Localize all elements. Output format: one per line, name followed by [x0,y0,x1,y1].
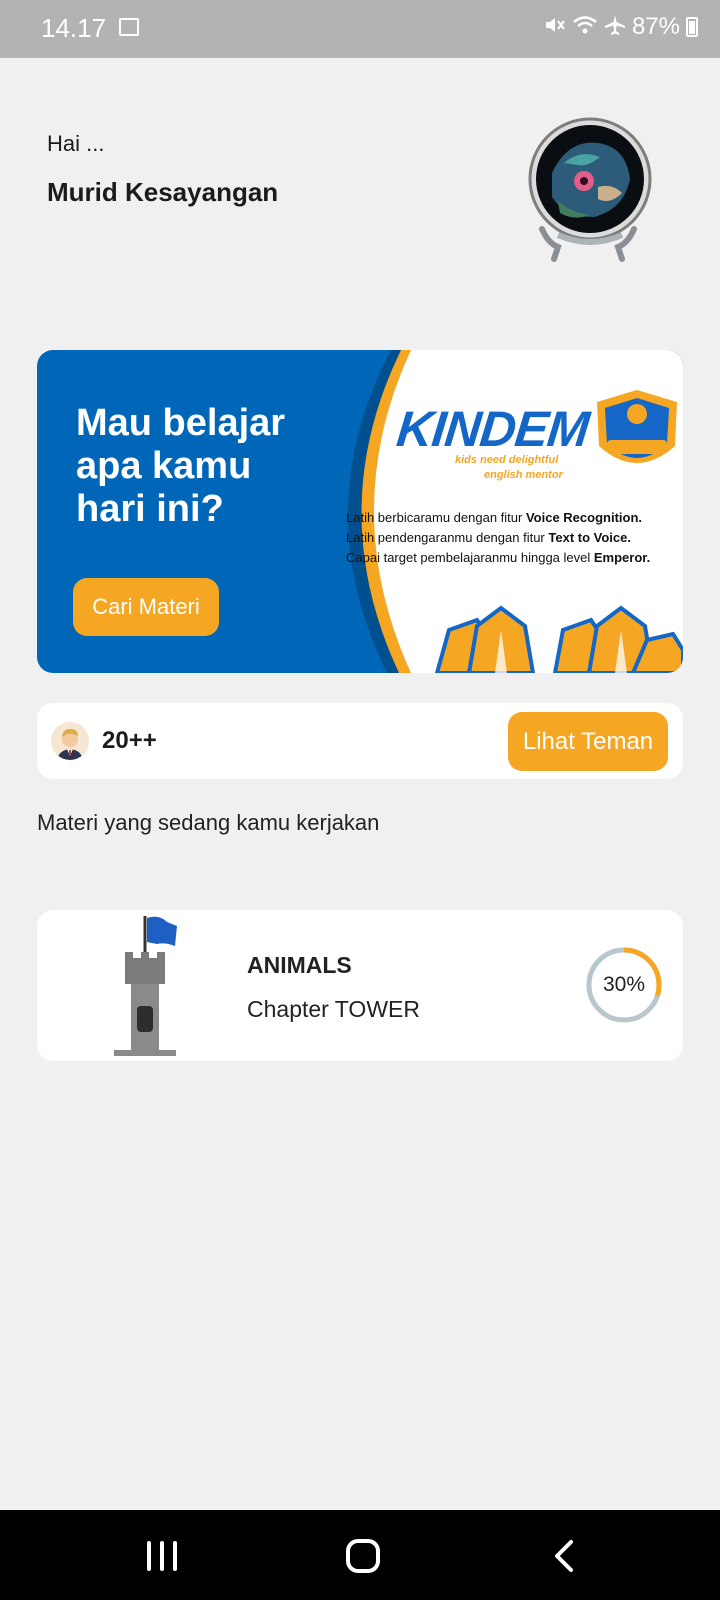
recent-apps-icon[interactable] [147,1541,177,1571]
banner-headline: Mau belajar apa kamu hari ini? [76,402,286,530]
feature-line: Latih pendengaranmu dengan fitur Text to… [346,530,631,545]
feature-list: Latih berbicaramu dengan fitur Voice Rec… [346,508,676,568]
mute-icon [544,14,566,40]
status-time: 14.17 [41,13,107,43]
view-friends-button[interactable]: Lihat Teman [508,712,668,771]
friend-avatar-icon [51,722,89,760]
find-material-button[interactable]: Cari Materi [73,578,219,636]
kindem-tagline-1: kids need delightful [455,454,559,466]
back-icon[interactable] [553,1539,575,1573]
battery-percent: 87% [631,13,680,40]
tower-icon [114,916,177,1056]
materi-title: ANIMALS [247,952,352,978]
kindem-logo-text: KINDEM [394,401,592,457]
system-nav-bar [0,1510,720,1600]
profile-avatar[interactable] [528,117,656,263]
wifi-icon [572,14,598,40]
feature-line: Latih berbicaramu dengan fitur Voice Rec… [346,510,643,525]
materi-card[interactable]: ANIMALS Chapter TOWER 30% [37,910,683,1061]
status-bar: 14.17 87% [0,0,720,58]
friends-card: 20++ Lihat Teman [37,703,683,779]
feature-line: Capai target pembelajaranmu hingga level… [346,550,651,565]
battery-charging-icon [686,17,698,37]
section-title: Materi yang sedang kamu kerjakan [37,810,380,835]
friend-count: 20++ [102,727,157,754]
progress-label: 30% [602,973,646,996]
home-icon[interactable] [346,1539,380,1573]
user-name: Murid Kesayangan [47,177,279,207]
greeting-label: Hai ... [47,131,105,156]
kindem-tagline-2: english mentor [484,469,563,481]
airplane-icon [604,14,626,40]
materi-chapter: Chapter TOWER [247,996,420,1022]
gallery-icon [119,18,139,36]
status-icons: 87% [544,13,698,41]
